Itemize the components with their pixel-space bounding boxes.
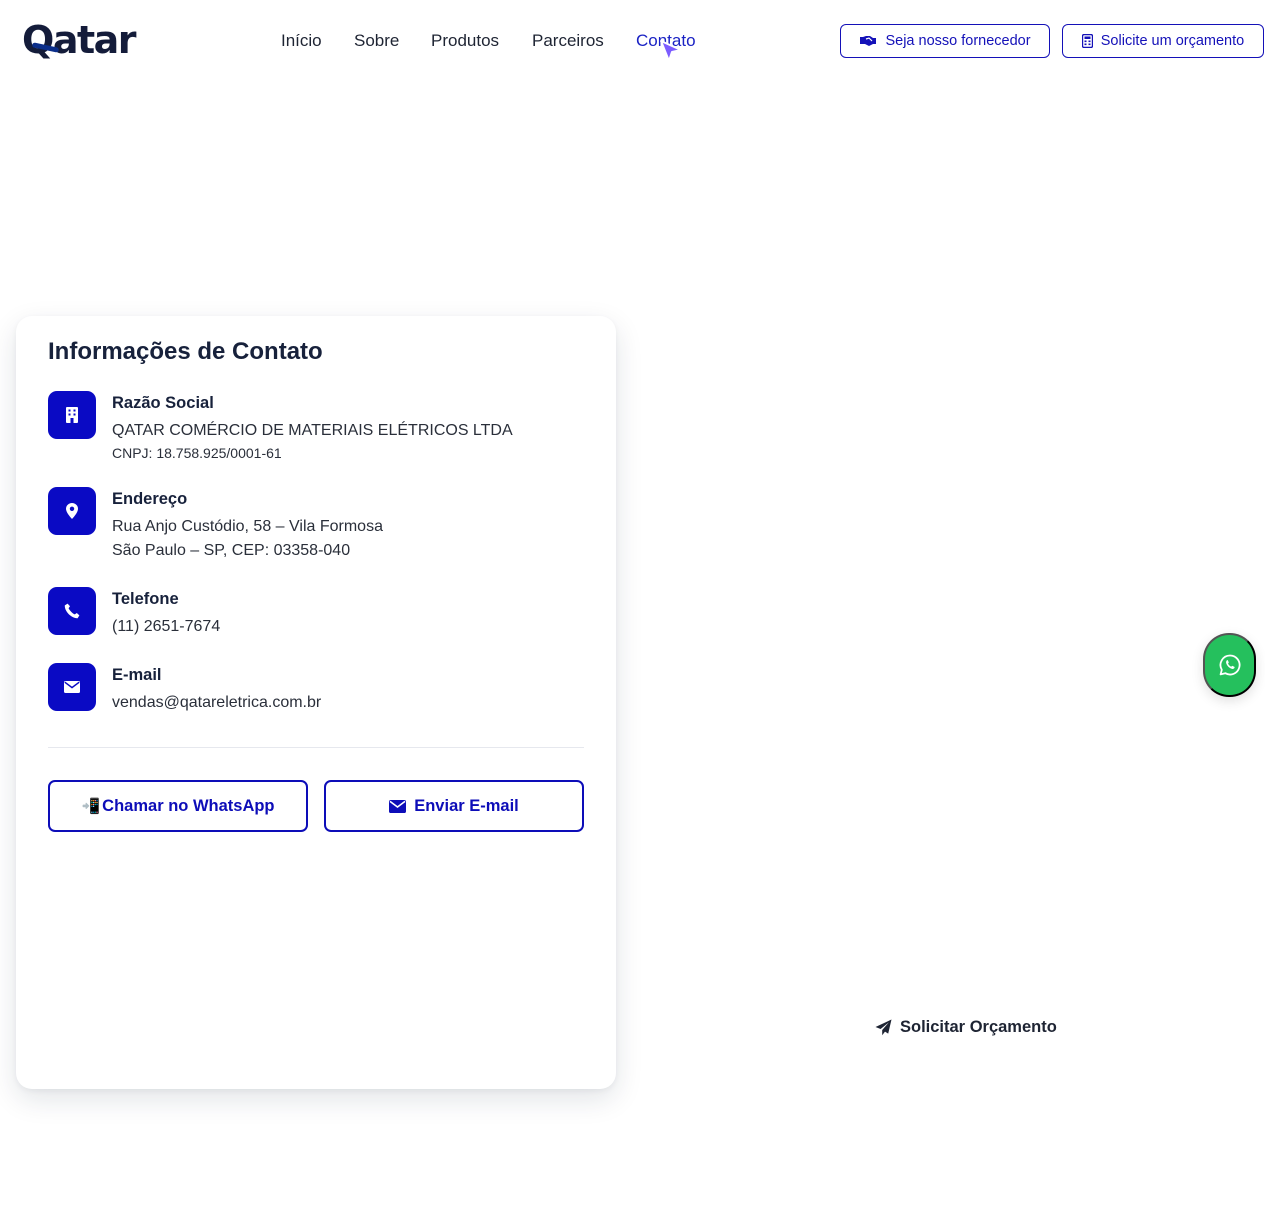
company-cnpj: CNPJ: 18.758.925/0001-61 bbox=[112, 445, 282, 461]
envelope-icon bbox=[389, 799, 407, 813]
supplier-button[interactable]: Seja nosso fornecedor bbox=[840, 24, 1050, 58]
company-info: Razão Social QATAR COMÉRCIO DE MATERIAIS… bbox=[48, 391, 548, 471]
card-divider bbox=[48, 747, 584, 748]
floating-whatsapp-button[interactable] bbox=[1203, 633, 1256, 697]
address-info: Endereço Rua Anjo Custódio, 58 – Vila Fo… bbox=[48, 487, 548, 567]
paper-plane-icon bbox=[875, 1019, 892, 1036]
address-line-2: São Paulo – SP, CEP: 03358-040 bbox=[112, 542, 351, 559]
logo-mark: Q bbox=[22, 18, 54, 62]
nav-produtos[interactable]: Produtos bbox=[431, 31, 499, 51]
supplier-button-label: Seja nosso fornecedor bbox=[885, 33, 1031, 49]
contact-card-title: Informações de Contato bbox=[48, 338, 323, 365]
email-label: E-mail bbox=[112, 666, 162, 684]
request-quote-button[interactable]: Solicite um orçamento bbox=[1062, 24, 1264, 58]
whatsapp-chat-button[interactable]: 📲 Chamar no WhatsApp bbox=[48, 780, 308, 832]
logo-wordmark: atar bbox=[52, 18, 137, 62]
phone-info: Telefone (11) 2651-7674 bbox=[48, 587, 548, 643]
company-label: Razão Social bbox=[112, 394, 214, 412]
contact-info-card: Informações de Contato Razão Social QATA… bbox=[16, 316, 616, 1089]
email-info: E-mail vendas@qatareletrica.com.br bbox=[48, 663, 548, 719]
address-label: Endereço bbox=[112, 490, 188, 508]
mouse-cursor-icon bbox=[660, 40, 682, 62]
nav-sobre[interactable]: Sobre bbox=[354, 31, 399, 51]
map-pin-icon bbox=[48, 487, 96, 535]
nav-parceiros[interactable]: Parceiros bbox=[532, 31, 604, 51]
calculator-icon bbox=[1081, 34, 1093, 48]
company-name: QATAR COMÉRCIO DE MATERIAIS ELÉTRICOS LT… bbox=[112, 422, 513, 439]
site-logo[interactable]: Qatar bbox=[22, 18, 137, 62]
send-email-button[interactable]: Enviar E-mail bbox=[324, 780, 584, 832]
phone-value[interactable]: (11) 2651-7674 bbox=[112, 615, 220, 639]
mobile-phone-arrow-icon: 📲 bbox=[81, 797, 101, 815]
whatsapp-icon bbox=[1219, 654, 1240, 676]
phone-label: Telefone bbox=[112, 590, 179, 608]
submit-quote-label: Solicitar Orçamento bbox=[900, 1018, 1057, 1036]
submit-quote-button[interactable]: Solicitar Orçamento bbox=[875, 1018, 1057, 1037]
phone-icon bbox=[48, 587, 96, 635]
send-email-label: Enviar E-mail bbox=[414, 796, 519, 815]
whatsapp-chat-label: Chamar no WhatsApp bbox=[102, 796, 275, 815]
handshake-icon bbox=[860, 36, 877, 46]
email-value[interactable]: vendas@qatareletrica.com.br bbox=[112, 691, 321, 715]
envelope-icon bbox=[48, 663, 96, 711]
request-quote-label: Solicite um orçamento bbox=[1100, 33, 1245, 49]
nav-inicio[interactable]: Início bbox=[281, 31, 322, 51]
building-icon bbox=[48, 391, 96, 439]
address-line-1: Rua Anjo Custódio, 58 – Vila Formosa bbox=[112, 518, 383, 535]
